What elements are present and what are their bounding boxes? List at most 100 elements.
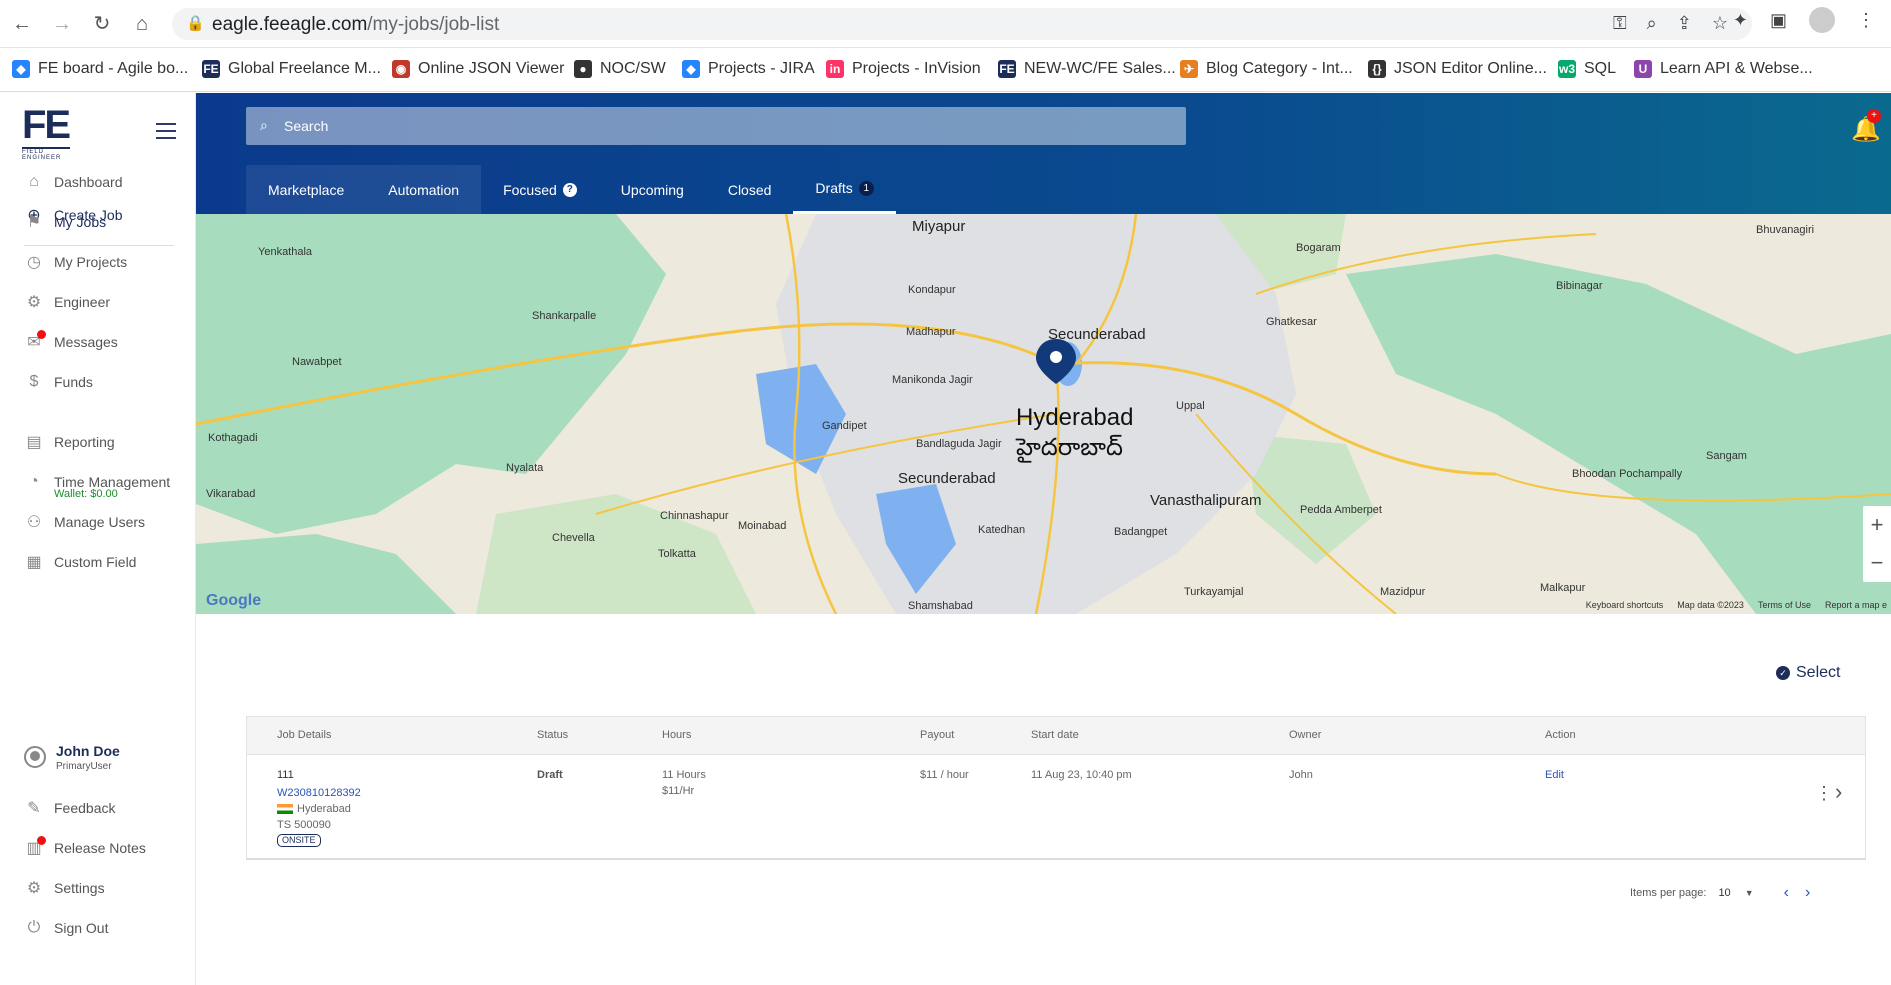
sidebar-item-settings[interactable]: ⚙ Settings	[24, 878, 105, 898]
jobs-map[interactable]: Secunderabad Hyderabad హైదరాబాద్ Secunde…	[196, 214, 1891, 614]
map-label: Shankarpalle	[532, 310, 597, 322]
map-label: Kothagadi	[208, 432, 258, 444]
bookmark-item[interactable]: ◆ Projects - JIRA	[682, 60, 815, 78]
reload-icon[interactable]: ↻	[90, 12, 114, 36]
search-box[interactable]: ⌕	[246, 107, 1186, 145]
sidebar-item-engineer[interactable]: ⚙ Engineer	[24, 292, 110, 312]
bookmark-favicon-icon: w3	[1558, 60, 1576, 78]
key-icon[interactable]: ⚿	[1613, 13, 1627, 34]
star-icon[interactable]: ☆	[1712, 13, 1728, 34]
row-expand-chevron-icon[interactable]: ›	[1835, 779, 1842, 805]
row-menu-icon[interactable]: ⋮	[1815, 783, 1833, 804]
bookmarks-bar: ◆ FE board - Agile bo... FE Global Freelanc…	[0, 48, 1891, 92]
tab-upcoming[interactable]: Upcoming	[599, 165, 706, 214]
forward-icon[interactable]: →	[50, 12, 74, 36]
caret-down-icon[interactable]: ▼	[1745, 888, 1754, 898]
map-city-label: Hyderabad	[1016, 404, 1134, 431]
sidepanel-icon[interactable]: ▣	[1770, 10, 1787, 36]
tab-closed[interactable]: Closed	[706, 165, 794, 214]
tab-automation[interactable]: Automation	[366, 165, 482, 214]
lock-icon: 🔒	[186, 15, 205, 32]
jobs-table: Job Details Status Hours Payout Start da…	[246, 716, 1866, 860]
sidebar-item-reporting[interactable]: ▤ Reporting	[24, 432, 114, 452]
map-footer-link[interactable]: Report a map e	[1825, 600, 1887, 610]
next-page-icon[interactable]: ›	[1805, 884, 1810, 902]
bookmark-item[interactable]: FE NEW-WC/FE Sales...	[998, 60, 1176, 78]
map-label: Turkayamjal	[1184, 586, 1244, 598]
job-region: TS 500090	[277, 819, 331, 831]
sidebar-item-release-notes[interactable]: ▥ Release Notes	[24, 836, 146, 858]
bookmark-item[interactable]: {} JSON Editor Online...	[1368, 60, 1547, 78]
home-button-icon[interactable]: ⌂	[130, 12, 154, 36]
bookmark-item[interactable]: FE Global Freelance M...	[202, 60, 381, 78]
zoom-in-icon[interactable]: +	[1863, 506, 1891, 544]
sidebar-item-dashboard[interactable]: ⌂ Dashboard	[24, 172, 122, 192]
map-label: Bogaram	[1296, 242, 1341, 254]
bookmark-item[interactable]: ● NOC/SW	[574, 60, 666, 78]
address-bar[interactable]: 🔒 eagle.feeagle.com/my-jobs/job-list ⚿ ⌕…	[172, 8, 1752, 40]
map-label: Moinabad	[738, 520, 787, 532]
bookmark-item[interactable]: U Learn API & Webse...	[1634, 60, 1813, 78]
clock-icon: ◔	[29, 473, 39, 490]
job-status: Draft	[537, 769, 563, 781]
map-footer-link[interactable]: Keyboard shortcuts	[1586, 600, 1664, 610]
col-start-date: Start date	[1031, 729, 1079, 741]
reporting-icon: ▤	[26, 434, 42, 451]
unread-dot	[37, 330, 46, 339]
select-button[interactable]: ✓ Select	[1776, 664, 1840, 682]
sidebar-item-manage-users[interactable]: ⚇ Manage Users	[24, 512, 145, 532]
feedback-icon: ✎	[27, 800, 41, 817]
extensions-icon[interactable]: ✦	[1733, 10, 1748, 36]
menu-dots-icon[interactable]: ⋮	[1857, 10, 1875, 36]
bookmark-item[interactable]: ◉ Online JSON Viewer	[392, 60, 564, 78]
tab-marketplace[interactable]: Marketplace	[246, 165, 367, 214]
sidebar-item-custom-field[interactable]: ▦ Custom Field	[24, 552, 136, 572]
jobs-icon: ⚑	[26, 214, 42, 231]
map-label: Bibinagar	[1556, 280, 1603, 292]
map-footer-link[interactable]: Terms of Use	[1758, 600, 1811, 610]
settings-icon: ⚙	[26, 880, 42, 897]
job-owner: John	[1289, 769, 1313, 781]
sidebar-item-my-jobs[interactable]: ⚑ My Jobs	[24, 212, 106, 232]
sidebar-item-sign-out[interactable]: ⏻ Sign Out	[24, 918, 109, 938]
job-title: 111	[277, 769, 294, 781]
user-name[interactable]: John Doe	[56, 743, 120, 759]
bookmark-item[interactable]: w3 SQL	[1558, 60, 1616, 78]
tab-drafts[interactable]: Drafts 1	[793, 165, 896, 214]
map-footer-text: Map data ©2023	[1677, 600, 1744, 610]
sidebar-item-messages[interactable]: ✉ Messages	[24, 330, 118, 352]
map-label: Bandlaguda Jagir	[916, 438, 1002, 450]
map-label: Nawabpet	[292, 356, 342, 368]
sidebar-item-funds[interactable]: $ Funds	[24, 372, 93, 392]
tab-focused[interactable]: Focused?	[481, 165, 599, 214]
check-circle-icon: ✓	[1776, 666, 1790, 680]
back-icon[interactable]: ←	[10, 12, 34, 36]
items-per-page-select[interactable]: 10	[1718, 887, 1730, 899]
india-flag-icon	[277, 804, 293, 815]
help-icon[interactable]: ?	[562, 182, 577, 197]
drafts-count-badge: 1	[858, 180, 874, 196]
bookmark-item[interactable]: in Projects - InVision	[826, 60, 981, 78]
sidebar-item-my-projects[interactable]: ◷ My Projects	[24, 252, 127, 272]
user-avatar[interactable]	[24, 746, 46, 768]
bookmark-item[interactable]: ✈ Blog Category - Int...	[1180, 60, 1353, 78]
edit-job-link[interactable]: Edit	[1545, 769, 1564, 781]
bookmark-favicon-icon: {}	[1368, 60, 1386, 78]
fe-logo[interactable]: FE FIELD ENGINEER	[22, 105, 72, 161]
hamburger-menu-icon[interactable]	[156, 123, 176, 144]
prev-page-icon[interactable]: ‹	[1784, 884, 1789, 902]
sidebar-item-feedback[interactable]: ✎ Feedback	[24, 798, 115, 818]
bookmark-item[interactable]: ◆ FE board - Agile bo...	[12, 60, 188, 78]
map-label: Secunderabad	[1048, 326, 1146, 343]
zoom-icon[interactable]: ⌕	[1647, 13, 1657, 34]
users-icon: ⚇	[26, 514, 42, 531]
notifications-bell-icon[interactable]: 🔔 +	[1851, 109, 1881, 145]
map-label: Bhuvanagiri	[1756, 224, 1815, 236]
profile-avatar[interactable]	[1809, 7, 1835, 33]
job-id-link[interactable]: W230810128392	[277, 787, 361, 799]
bookmark-favicon-icon: ●	[574, 60, 592, 78]
search-input[interactable]	[282, 107, 1162, 145]
zoom-out-icon[interactable]: −	[1863, 544, 1891, 582]
bookmark-favicon-icon: FE	[998, 60, 1016, 78]
share-icon[interactable]: ⇪	[1677, 13, 1692, 34]
